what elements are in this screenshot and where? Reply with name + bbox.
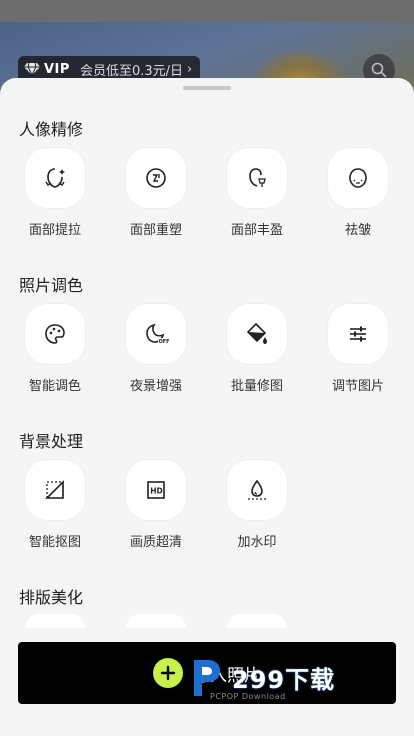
vip-badge: VIP [44, 61, 70, 77]
tool-add-watermark[interactable]: 加水印 [207, 460, 307, 550]
tool-face-lift[interactable]: 面部提拉 [5, 148, 105, 238]
section-title-layout: 排版美化 [19, 588, 84, 607]
tool-label: 加水印 [237, 535, 277, 550]
import-photo-label: 导入照片 [193, 665, 261, 686]
tool-wrinkle-removal[interactable]: 祛皱 [308, 148, 408, 238]
section-title-color-grading: 照片调色 [19, 276, 84, 295]
tool-smart-color[interactable]: 智能调色 [5, 304, 105, 394]
search-icon [371, 62, 387, 78]
vip-promo-text: 会员低至0.3元/日 [79, 63, 183, 79]
tool-batch-edit[interactable]: 批量修图 [207, 304, 307, 394]
batch-edit-icon [227, 304, 287, 364]
tool-label: 面部重塑 [129, 223, 182, 238]
face-lift-icon [25, 148, 85, 208]
tool-label: 祛皱 [344, 223, 371, 238]
tools-bottom-sheet: 人像精修 面部提拉 面部重塑 面部丰盈 祛皱 照片调色 智能调色 OFF 夜景增… [0, 78, 414, 736]
tool-face-plump[interactable]: 面部丰盈 [207, 148, 307, 238]
tool-label: 面部提拉 [28, 223, 81, 238]
face-plump-icon [227, 148, 287, 208]
status-bar [0, 0, 414, 22]
cutout-icon [25, 460, 85, 520]
hd-icon: HD [126, 460, 186, 520]
vip-diamond-icon [24, 62, 40, 76]
watermark-icon [227, 460, 287, 520]
tool-hd-quality[interactable]: HD 画质超清 [106, 460, 206, 550]
section-title-portrait: 人像精修 [19, 120, 84, 139]
tool-face-reshape[interactable]: 面部重塑 [106, 148, 206, 238]
palette-icon [25, 304, 85, 364]
plus-icon [153, 658, 183, 688]
tool-adjust-image[interactable]: 调节图片 [308, 304, 408, 394]
tool-icon-partial[interactable] [227, 614, 287, 628]
face-reshape-icon [126, 148, 186, 208]
tool-label: 面部丰盈 [230, 223, 283, 238]
tool-smart-cutout[interactable]: 智能抠图 [5, 460, 105, 550]
section-title-background: 背景处理 [19, 432, 84, 451]
wrinkle-removal-icon [328, 148, 388, 208]
tool-label: 画质超清 [129, 535, 182, 550]
tool-label: 智能调色 [28, 379, 81, 394]
tool-icon-partial[interactable] [25, 614, 85, 628]
svg-text:HD: HD [150, 487, 163, 496]
sheet-drag-handle[interactable] [183, 86, 231, 90]
tool-label: 智能抠图 [28, 535, 81, 550]
sliders-icon [328, 304, 388, 364]
chevron-right-icon: › [187, 61, 193, 77]
tool-label: 夜景增强 [129, 379, 182, 394]
tool-label: 批量修图 [230, 379, 283, 394]
tool-icon-partial[interactable] [126, 614, 186, 628]
tool-label: 调节图片 [331, 379, 384, 394]
import-photo-button[interactable]: 导入照片 [18, 642, 396, 704]
tool-night-enhance[interactable]: OFF 夜景增强 [106, 304, 206, 394]
night-enhance-icon: OFF [126, 304, 186, 364]
svg-text:OFF: OFF [159, 339, 170, 345]
